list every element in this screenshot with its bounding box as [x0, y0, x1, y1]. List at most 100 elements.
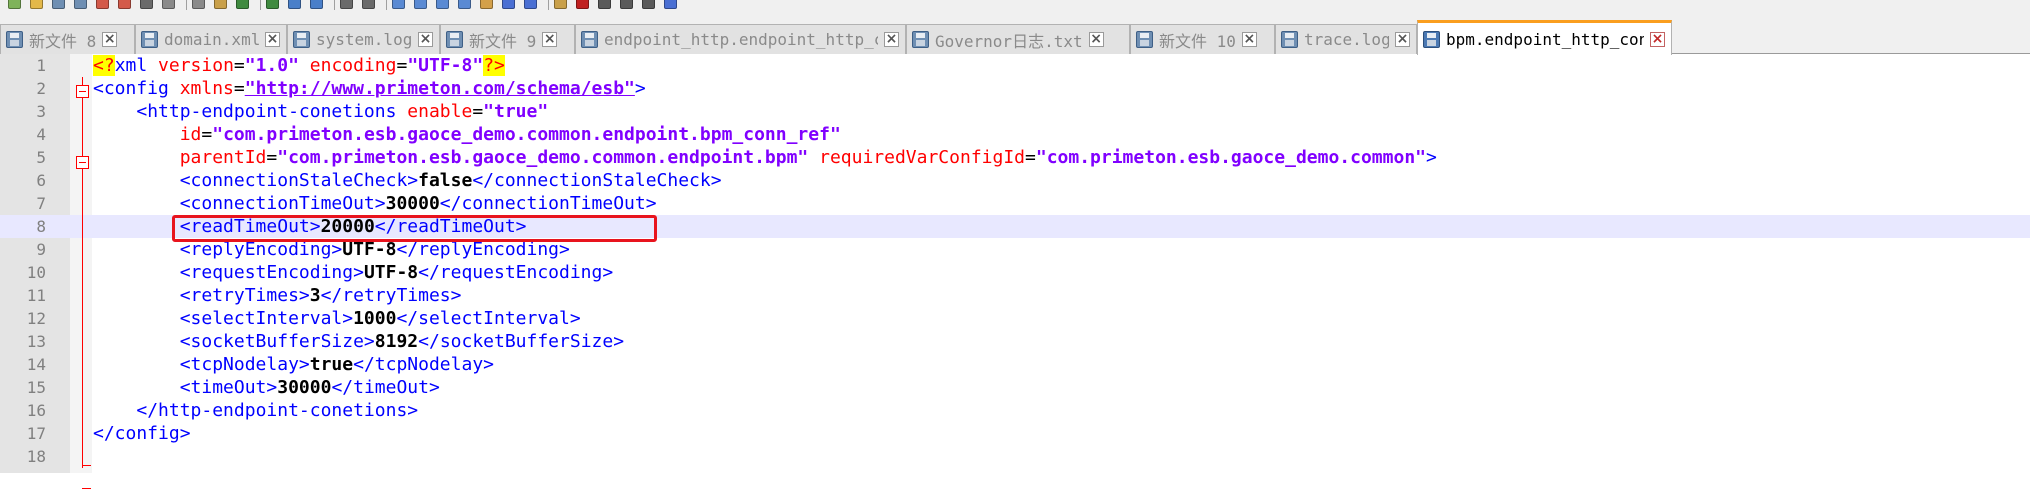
close-tab-icon[interactable]: × [1650, 31, 1665, 47]
function-list-icon[interactable] [524, 0, 537, 9]
word-wrap-icon[interactable] [414, 0, 427, 9]
print-icon[interactable] [140, 0, 153, 9]
file-saved-icon [1136, 31, 1153, 48]
code-line[interactable]: 18 [0, 445, 2030, 468]
close-tab-icon[interactable]: × [884, 32, 899, 47]
code-token: </tcpNodelay> [353, 354, 494, 375]
code-text: parentId = "com.primeton.esb.gaoce_demo.co… [93, 146, 1437, 169]
open-file-icon[interactable] [30, 0, 43, 9]
tab-5[interactable]: endpoint_http.endpoint_http_conn × [575, 24, 906, 54]
code-text: <connectionTimeOut>30000</connectionTime… [93, 192, 657, 215]
indent-guide-icon[interactable] [458, 0, 471, 9]
code-line[interactable]: 1 <?xml version="1.0" encoding="UTF-8"?> [0, 54, 2030, 77]
code-line[interactable]: 16 </http-endpoint-conetions> [0, 399, 2030, 422]
code-token: true [309, 354, 354, 375]
code-token: "com.primeton.esb.gaoce_demo.common.endp… [277, 147, 809, 168]
code-text: <http-endpoint-conetions enable="true" [93, 100, 548, 123]
code-line[interactable]: 3 <http-endpoint-conetions enable="true" [0, 100, 2030, 123]
tab-6[interactable]: Governor日志.txt × [906, 24, 1130, 54]
code-line[interactable]: 15 <timeOut>30000</timeOut> [0, 376, 2030, 399]
code-line[interactable]: 4 id="com.primeton.esb.gaoce_demo.common… [0, 123, 2030, 146]
code-line[interactable]: 12 <selectInterval>1000</selectInterval> [0, 307, 2030, 330]
show-all-chars-icon[interactable] [436, 0, 449, 9]
find-icon[interactable] [288, 0, 301, 9]
zoom-in-icon[interactable] [340, 0, 353, 9]
sync-scroll-icon[interactable] [392, 0, 405, 9]
file-saved-icon [1281, 31, 1298, 48]
code-line[interactable]: 14 <tcpNodelay>true</tcpNodelay> [0, 353, 2030, 376]
close-tab-icon[interactable]: × [1088, 32, 1104, 47]
close-all-icon[interactable] [118, 0, 131, 9]
redo-icon[interactable] [266, 0, 279, 9]
tab-label: trace.log [1304, 30, 1389, 49]
code-token: <connectionTimeOut> [179, 193, 386, 214]
record-macro-icon[interactable] [576, 0, 589, 9]
code-editor[interactable]: 1 <?xml version="1.0" encoding="UTF-8"?> 2… [0, 54, 2030, 489]
save-all-icon[interactable] [74, 0, 87, 9]
doc-map-icon[interactable] [502, 0, 515, 9]
code-token: requiredVarConfigId [808, 147, 1026, 168]
file-saved-icon [141, 31, 158, 48]
stop-macro-icon[interactable] [598, 0, 611, 9]
line-number: 3 [36, 102, 46, 121]
paste-icon[interactable] [214, 0, 227, 9]
tab-4[interactable]: 新文件 9 × [440, 24, 575, 54]
code-token: </socketBufferSize> [418, 331, 625, 352]
code-token: = [233, 55, 245, 76]
code-token: </connectionStaleCheck> [472, 170, 722, 191]
file-saved-icon [293, 31, 310, 48]
code-line[interactable]: 5 parentId="com.primeton.esb.gaoce_demo.… [0, 146, 2030, 169]
fold-toggle-config[interactable] [76, 85, 89, 98]
code-token: > [1426, 147, 1437, 168]
tab-2[interactable]: domain.xml × [135, 24, 287, 54]
save-macro-icon[interactable] [664, 0, 677, 9]
line-number: 6 [36, 171, 46, 190]
line-number: 12 [26, 309, 46, 328]
code-text: <config xmlns="http://www.primeton.com/s… [93, 77, 646, 100]
tab-3[interactable]: system.log × [287, 24, 440, 54]
play-macro-icon[interactable] [620, 0, 633, 9]
code-line[interactable]: 13 <socketBufferSize>8192</socketBufferS… [0, 330, 2030, 353]
save-icon[interactable] [52, 0, 65, 9]
undo-icon[interactable] [236, 0, 249, 9]
code-line[interactable]: 2 <config xmlns="http://www.primeton.com/… [0, 77, 2030, 100]
close-tab-icon[interactable]: × [1241, 32, 1257, 47]
code-line[interactable]: 6 <connectionStaleCheck>false</connectio… [0, 169, 2030, 192]
cut-icon[interactable] [162, 0, 175, 9]
code-token: parentId [179, 147, 267, 168]
replace-icon[interactable] [310, 0, 323, 9]
code-token: = [1025, 147, 1036, 168]
code-text: <?xml version="1.0" encoding="UTF-8"?> [93, 54, 505, 77]
code-text: <connectionStaleCheck>false</connectionS… [93, 169, 722, 192]
new-file-icon[interactable] [8, 0, 21, 9]
folder-workspace-icon[interactable] [554, 0, 567, 9]
code-text: </config> [93, 422, 191, 445]
close-icon[interactable] [96, 0, 109, 9]
code-line[interactable]: 7 <connectionTimeOut>30000</connectionTi… [0, 192, 2030, 215]
close-tab-icon[interactable]: × [1395, 32, 1410, 47]
tab-9[interactable]: bpm.endpoint_http_conn × [1417, 20, 1672, 55]
code-line[interactable]: 11 <retryTimes>3</retryTimes> [0, 284, 2030, 307]
tab-8[interactable]: trace.log × [1275, 24, 1417, 54]
line-number: 8 [36, 217, 46, 236]
code-line[interactable]: 10 <requestEncoding>UTF-8</requestEncodi… [0, 261, 2030, 284]
fold-toggle-http-endpoint-conetions[interactable] [76, 156, 89, 169]
zoom-out-icon[interactable] [362, 0, 375, 9]
tab-label: endpoint_http.endpoint_http_conn [604, 30, 878, 49]
run-macro-icon[interactable] [642, 0, 655, 9]
tab-label: system.log [316, 30, 412, 49]
close-tab-icon[interactable]: × [542, 32, 558, 47]
close-tab-icon[interactable]: × [102, 32, 118, 47]
tab-7[interactable]: 新文件 10 × [1130, 24, 1275, 54]
close-tab-icon[interactable]: × [418, 32, 433, 47]
annotation-highlight-box [172, 215, 657, 242]
close-tab-icon[interactable]: × [265, 32, 280, 47]
language-icon[interactable] [480, 0, 493, 9]
code-token: </connectionTimeOut> [439, 193, 657, 214]
tab-1[interactable]: 新文件 8 × [0, 24, 135, 54]
copy-icon[interactable] [192, 0, 205, 9]
code-line[interactable]: 17 </config> [0, 422, 2030, 445]
